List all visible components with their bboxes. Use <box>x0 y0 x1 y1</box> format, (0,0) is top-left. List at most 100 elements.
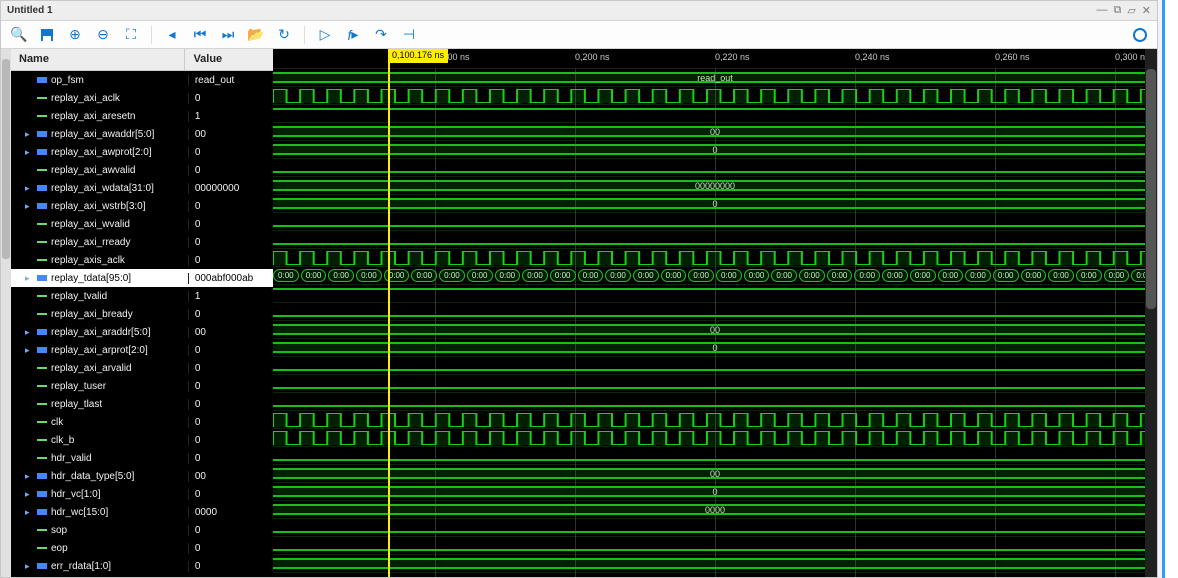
signal-row[interactable]: ▸hdr_wc[15:0]0000 <box>11 503 273 521</box>
signal-name: replay_axi_arvalid <box>51 363 132 374</box>
signal-row[interactable]: ▸err_rdata[1:0]0 <box>11 557 273 575</box>
main-area: Name Value op_fsmread_outreplay_axi_aclk… <box>1 49 1157 577</box>
signal-row[interactable]: replay_axis_aclk0 <box>11 251 273 269</box>
sidebar-scrollbar[interactable] <box>1 49 11 577</box>
signal-name: replay_axi_awaddr[5:0] <box>51 129 154 140</box>
close-button[interactable]: ✕ <box>1142 4 1151 17</box>
signal-name: replay_axi_araddr[5:0] <box>51 327 151 338</box>
signal-name: replay_tuser <box>51 381 106 392</box>
wire-icon <box>37 525 47 535</box>
signal-name: op_fsm <box>51 75 84 86</box>
run-icon[interactable]: ▷ <box>317 27 333 43</box>
signal-name: replay_tlast <box>51 399 102 410</box>
wave-scrollbar[interactable] <box>1145 49 1157 577</box>
signal-value: 0 <box>189 345 273 356</box>
waveform-body[interactable]: read_out0000000000000:000:000:000:000:00… <box>273 69 1157 577</box>
signal-name: hdr_vc[1:0] <box>51 489 100 500</box>
bus-icon <box>37 183 47 193</box>
signal-value: 0 <box>189 489 273 500</box>
signal-panel: Name Value op_fsmread_outreplay_axi_aclk… <box>11 49 273 577</box>
app-window: Untitled 1 — ⧉ ▱ ✕ 🔍 ⊕ ⊖ ⛶ ◂ ⏮ ⏭ 📂 ↻ ▷ f… <box>0 0 1158 578</box>
bus-icon <box>37 507 47 517</box>
wave-scrollbar-thumb[interactable] <box>1146 69 1156 309</box>
signal-row[interactable]: ▸replay_axi_araddr[5:0]00 <box>11 323 273 341</box>
wire-icon <box>37 111 47 121</box>
signal-name: hdr_wc[15:0] <box>51 507 108 518</box>
signal-row[interactable]: hdr_valid0 <box>11 449 273 467</box>
bus-icon <box>37 489 47 499</box>
signal-row[interactable]: op_fsmread_out <box>11 71 273 89</box>
signal-value: 00000000 <box>189 183 273 194</box>
window-title: Untitled 1 <box>7 5 53 16</box>
first-icon[interactable]: ⏮ <box>192 27 208 43</box>
minimize-button[interactable]: — <box>1096 4 1107 17</box>
signal-row[interactable]: ▸hdr_data_type[5:0]00 <box>11 467 273 485</box>
cursor-label[interactable]: 0,100.176 ns <box>388 49 448 63</box>
signal-row[interactable]: ▸replay_axi_awprot[2:0]0 <box>11 143 273 161</box>
signal-row[interactable]: replay_tlast0 <box>11 395 273 413</box>
signal-value: 0 <box>189 165 273 176</box>
cursor-line[interactable] <box>388 49 390 577</box>
titlebar: Untitled 1 — ⧉ ▱ ✕ <box>1 1 1157 21</box>
signal-row[interactable]: replay_axi_wvalid0 <box>11 215 273 233</box>
signal-row[interactable]: sop0 <box>11 521 273 539</box>
signal-row[interactable]: ▸replay_tdata[95:0]000abf000ab <box>11 269 273 287</box>
signal-name: replay_axi_aresetn <box>51 111 136 122</box>
signal-row[interactable]: ▸replay_axi_wdata[31:0]00000000 <box>11 179 273 197</box>
signal-value: 00 <box>189 471 273 482</box>
column-value[interactable]: Value <box>185 49 273 70</box>
signal-row[interactable]: replay_axi_aclk0 <box>11 89 273 107</box>
settings-icon[interactable] <box>1133 28 1147 42</box>
zoom-in-icon[interactable]: ⊕ <box>67 27 83 43</box>
signal-row[interactable]: ▸replay_axi_arprot[2:0]0 <box>11 341 273 359</box>
signal-row[interactable]: replay_axi_rready0 <box>11 233 273 251</box>
bus-icon <box>37 147 47 157</box>
signal-row[interactable]: ▸replay_axi_awaddr[5:0]00 <box>11 125 273 143</box>
sidebar-scrollbar-thumb[interactable] <box>2 59 10 259</box>
signal-name: eop <box>51 543 68 554</box>
signal-row[interactable]: replay_axi_arvalid0 <box>11 359 273 377</box>
continue-icon[interactable]: ⊣ <box>401 27 417 43</box>
signal-row[interactable]: replay_axi_awvalid0 <box>11 161 273 179</box>
signal-value: 0 <box>189 543 273 554</box>
column-name[interactable]: Name <box>11 49 185 70</box>
search-icon[interactable]: 🔍 <box>11 27 27 43</box>
signal-list[interactable]: op_fsmread_outreplay_axi_aclk0replay_axi… <box>11 71 273 577</box>
waveform-area[interactable]: 0,100.176 ns 0,100 ns0,200 ns0,220 ns0,2… <box>273 49 1157 577</box>
ruler-tick: 0,200 ns <box>575 52 610 62</box>
save-icon[interactable] <box>39 27 55 43</box>
previous-edge-icon[interactable]: ◂ <box>164 27 180 43</box>
signal-row[interactable]: clk0 <box>11 413 273 431</box>
step-over-icon[interactable]: ↷ <box>373 27 389 43</box>
reload-icon[interactable]: ↻ <box>276 27 292 43</box>
bus-icon <box>37 75 47 85</box>
wave-ruler[interactable]: 0,100.176 ns 0,100 ns0,200 ns0,220 ns0,2… <box>273 49 1157 69</box>
signal-name: replay_axi_rready <box>51 237 131 248</box>
wire-icon <box>37 93 47 103</box>
zoom-out-icon[interactable]: ⊖ <box>95 27 111 43</box>
signal-name: replay_axi_awprot[2:0] <box>51 147 152 158</box>
step-icon[interactable]: f▸ <box>345 27 361 43</box>
signal-value: 0 <box>189 525 273 536</box>
open-icon[interactable]: 📂 <box>248 27 264 43</box>
signal-value: 0 <box>189 255 273 266</box>
signal-value: 0 <box>189 381 273 392</box>
signal-row[interactable]: clk_b0 <box>11 431 273 449</box>
signal-row[interactable]: ▸hdr_vc[1:0]0 <box>11 485 273 503</box>
zoom-fit-icon[interactable]: ⛶ <box>123 27 139 43</box>
signal-row[interactable]: replay_tvalid1 <box>11 287 273 305</box>
signal-row[interactable]: replay_axi_bready0 <box>11 305 273 323</box>
wire-icon <box>37 435 47 445</box>
signal-value: 0 <box>189 309 273 320</box>
last-icon[interactable]: ⏭ <box>220 27 236 43</box>
bus-icon <box>37 345 47 355</box>
maximize-button[interactable]: ▱ <box>1127 4 1135 17</box>
bus-icon <box>37 201 47 211</box>
restore-button[interactable]: ⧉ <box>1113 4 1121 17</box>
ruler-tick: 0,240 ns <box>855 52 890 62</box>
signal-row[interactable]: ▸replay_axi_wstrb[3:0]0 <box>11 197 273 215</box>
signal-row[interactable]: eop 0 <box>11 539 273 557</box>
signal-row[interactable]: replay_tuser 0 <box>11 377 273 395</box>
bus-icon <box>37 129 47 139</box>
signal-row[interactable]: replay_axi_aresetn1 <box>11 107 273 125</box>
